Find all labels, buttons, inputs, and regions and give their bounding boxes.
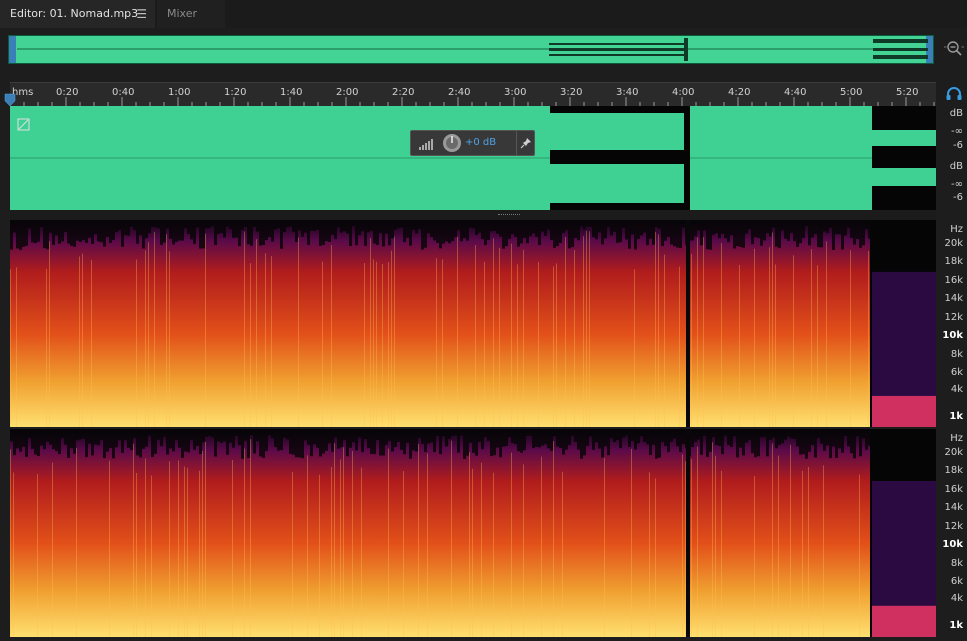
tab-mixer[interactable]: Mixer (157, 0, 225, 28)
ch1-hz-label: 16k (944, 275, 963, 286)
gain-value: +0 dB (465, 137, 497, 148)
ch1-hz-label: Hz (950, 224, 963, 235)
ch1-hz-label: 14k (944, 293, 963, 304)
ruler-tick-label: 2:40 (448, 87, 471, 98)
gain-knob-icon[interactable] (442, 133, 462, 153)
db-ch1-inf: -∞ (951, 126, 963, 137)
time-ruler[interactable]: hms 0:20 0:40 1:00 1:20 1:40 2:00 2:20 2:40 3:00… (10, 82, 936, 107)
hz-scale-ch2: Hz 20k 18k 16k 14k 12k 10k 8k 6k 4k 1k (938, 429, 967, 637)
ruler-tick-label: 5:20 (896, 87, 919, 98)
ch2-hz-label: 1k (949, 620, 963, 631)
ruler-tick-label: 4:20 (728, 87, 751, 98)
ruler-tick-label: 3:00 (504, 87, 527, 98)
ch2-hz-label: Hz (950, 433, 963, 444)
ruler-tick-label: 4:40 (784, 87, 807, 98)
ruler-tick-label: 0:20 (56, 87, 79, 98)
waveform-view[interactable] (10, 106, 936, 210)
spectral-view-ch2[interactable] (10, 429, 936, 637)
ch2-hz-label: 4k (950, 593, 963, 604)
ruler-tick-label: 3:40 (616, 87, 639, 98)
ch2-hz-label: 6k (950, 576, 963, 587)
db-ch1-unit: dB (949, 108, 963, 119)
ruler-tick-label: 0:40 (112, 87, 135, 98)
ruler-tick-label: 1:00 (168, 87, 191, 98)
ch2-hz-label: 8k (950, 558, 963, 569)
tab-bar: Editor: 01. Nomad.mp3 ☰ Mixer (0, 0, 967, 28)
ch2-hz-label: 16k (944, 484, 963, 495)
ruler-tick-label: 1:20 (224, 87, 247, 98)
db-scale: dB -∞ -6 dB -∞ -6 (938, 106, 967, 210)
ruler-tick-label: 5:00 (840, 87, 863, 98)
ch1-hz-label: 6k (950, 367, 963, 378)
db-ch1-6: -6 (953, 140, 963, 151)
spectrogram-ch1 (10, 220, 936, 427)
ch1-hz-label: 18k (944, 256, 963, 267)
ch1-hz-label: 8k (950, 349, 963, 360)
hz-scale-ch1: Hz 20k 18k 16k 14k 12k 10k 8k 6k 4k 1k (938, 220, 967, 427)
tab-editor-label: Editor: 01. Nomad.mp3 (10, 7, 139, 20)
ruler-tick-label: 3:20 (560, 87, 583, 98)
ch2-hz-label: 14k (944, 502, 963, 513)
ruler-tick-label: 2:00 (336, 87, 359, 98)
ch2-hz-label: 10k (942, 539, 963, 550)
ch1-hz-label: 20k (944, 238, 963, 249)
overview-waveform (17, 38, 928, 61)
zoom-out-icon[interactable] (944, 38, 964, 58)
pin-icon[interactable] (520, 137, 532, 149)
spectrogram-ch2 (10, 429, 936, 637)
ch1-hz-label: 10k (942, 330, 963, 341)
level-bars-icon (419, 139, 433, 150)
db-ch2-unit: dB (949, 161, 963, 172)
ch2-hz-label: 18k (944, 465, 963, 476)
ruler-tick-label: 1:40 (280, 87, 303, 98)
overview-navigator[interactable] (8, 35, 934, 64)
waveform-graphic (10, 106, 936, 210)
playhead-icon[interactable] (4, 93, 16, 107)
db-ch2-inf: -∞ (951, 179, 963, 190)
ch1-hz-label: 4k (950, 384, 963, 395)
ch2-hz-label: 12k (944, 521, 963, 532)
ch1-hz-label: 12k (944, 312, 963, 323)
tab-mixer-label: Mixer (167, 7, 198, 20)
ch2-hz-label: 20k (944, 447, 963, 458)
hud-gain-panel[interactable]: +0 dB (410, 130, 535, 156)
ruler-tick-label: 4:00 (672, 87, 695, 98)
ch1-hz-label: 1k (949, 411, 963, 422)
headphones-icon[interactable] (945, 87, 963, 101)
db-ch2-6: -6 (953, 192, 963, 203)
tab-editor[interactable]: Editor: 01. Nomad.mp3 ☰ (0, 0, 155, 28)
spectral-view-ch1[interactable] (10, 220, 936, 427)
ruler-tick-label: 2:20 (392, 87, 415, 98)
view-splitter[interactable] (10, 210, 936, 220)
panel-menu-icon[interactable]: ☰ (136, 0, 147, 28)
